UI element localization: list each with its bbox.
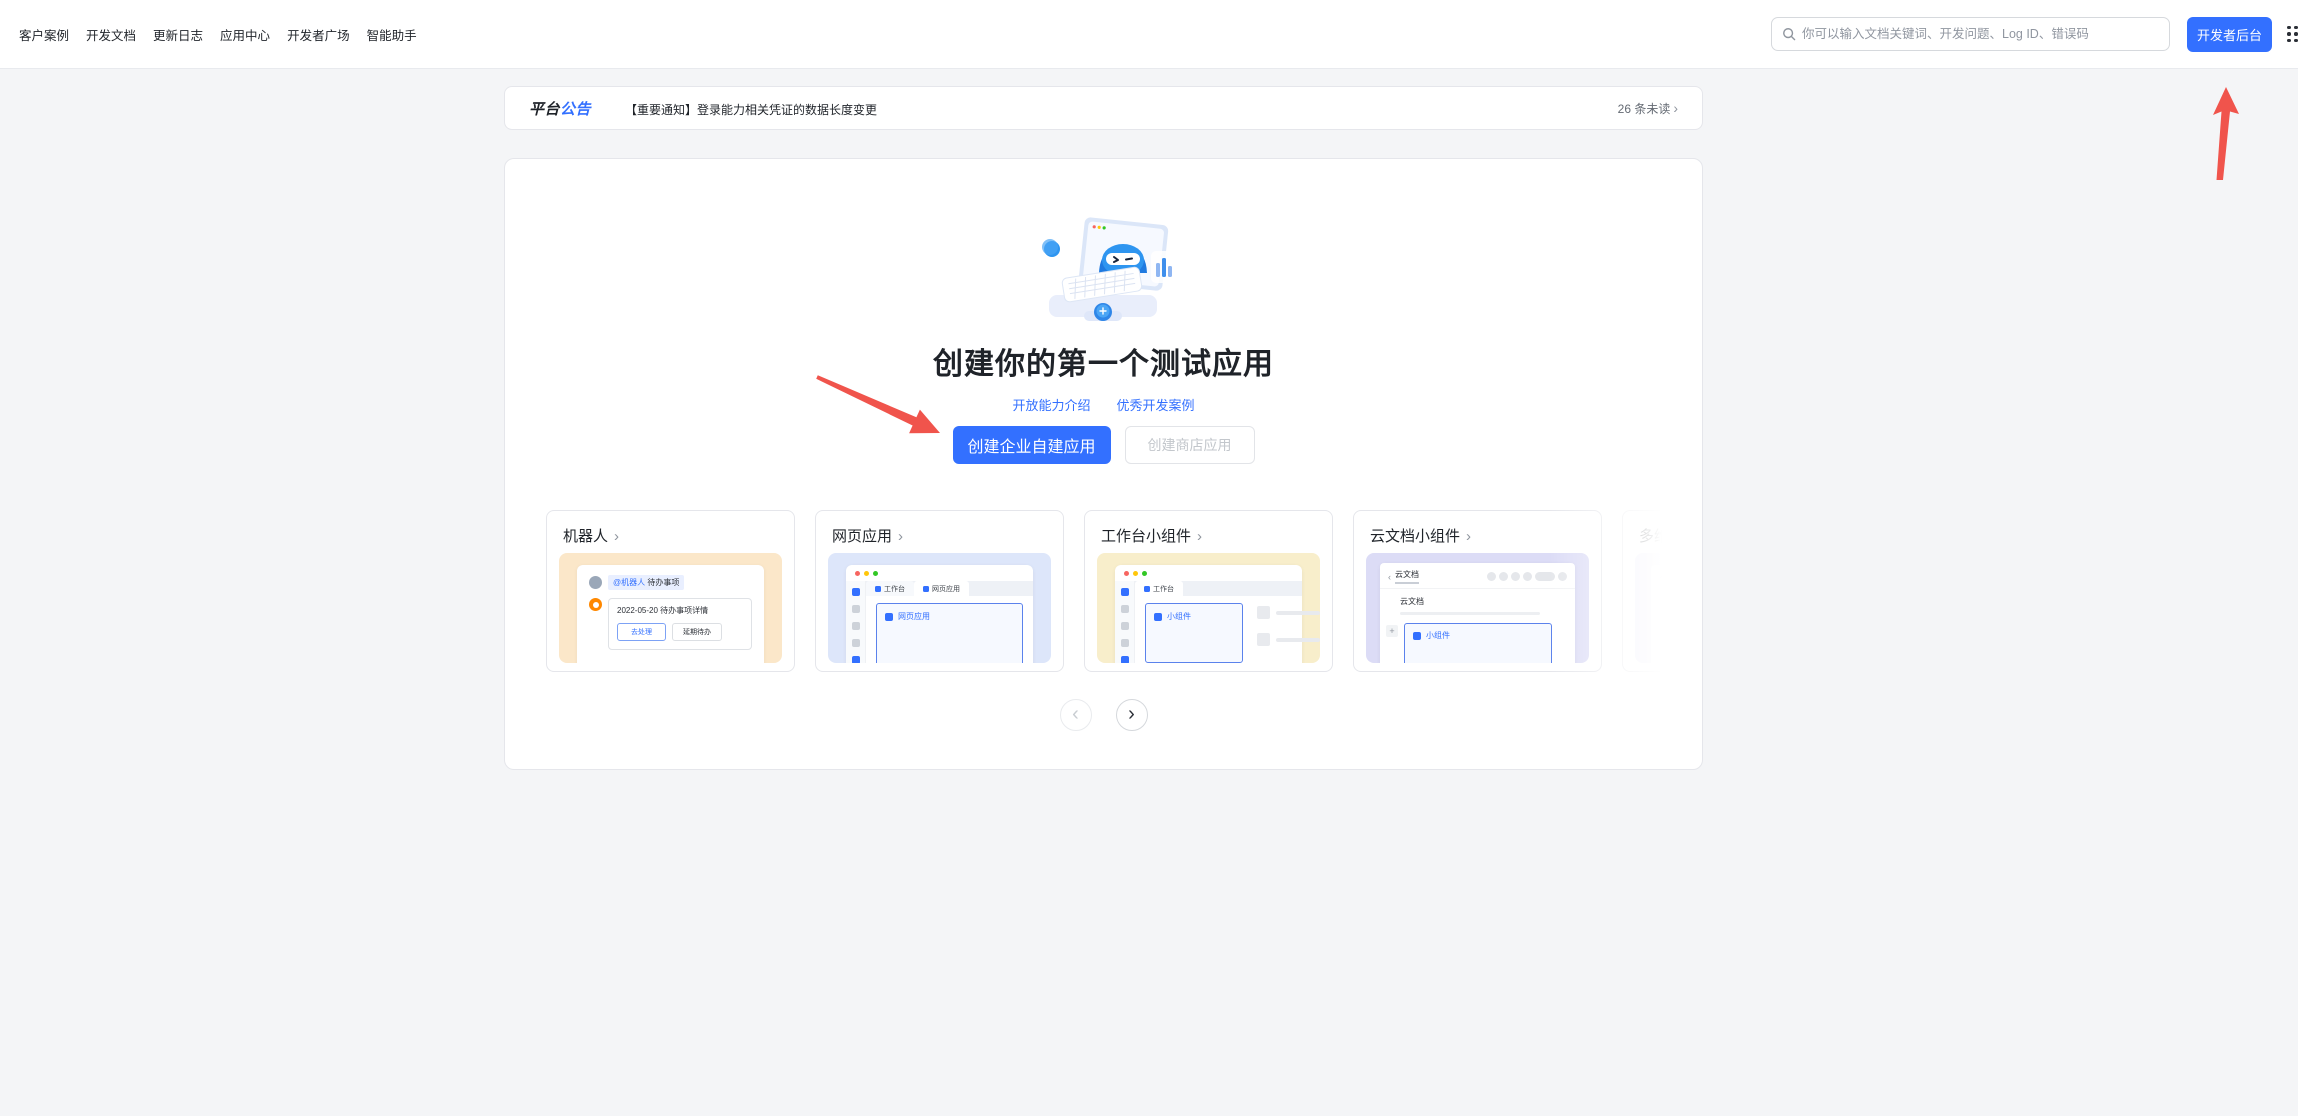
nav-item-dev-square[interactable]: 开发者广场 (287, 25, 350, 44)
bitable-mock-preview: ‹多维表格 (1635, 553, 1694, 663)
card-title: 多维表格插件 (1639, 525, 1694, 546)
card-workplace-widget: 工作台小组件 › 工作台 小组件 (1084, 510, 1333, 672)
app-cards-carousel: 机器人 › @机器人 待办事项 2022-05 (546, 510, 1694, 676)
carousel-prev-button[interactable]: ‹ (1060, 699, 1092, 731)
create-custom-app-button[interactable]: 创建企业自建应用 (953, 426, 1111, 464)
chevron-right-icon: › (1466, 529, 1471, 544)
nav-item-dev-docs[interactable]: 开发文档 (86, 25, 136, 44)
hero-card: 创建你的第一个测试应用 开放能力介绍 优秀开发案例 创建企业自建应用 创建商店应… (504, 158, 1703, 770)
announcement-message[interactable]: 【重要通知】登录能力相关凭证的数据长度变更 (625, 101, 877, 118)
search-icon (1782, 27, 1796, 41)
chevron-right-icon: › (898, 529, 903, 544)
robot-laptop-illustration (1029, 211, 1179, 323)
hero-title: 创建你的第一个测试应用 (505, 339, 1702, 383)
card-bitable-plugin: 多维表格插件 › ‹多维表格 (1622, 510, 1694, 672)
top-header: 客户案例 开发文档 更新日志 应用中心 开发者广场 智能助手 开发者后台 (0, 0, 2298, 69)
card-webapp-title-row[interactable]: 网页应用 › (828, 525, 1051, 546)
nav-item-changelog[interactable]: 更新日志 (153, 25, 203, 44)
search-input[interactable] (1802, 27, 2159, 41)
link-open-capabilities[interactable]: 开放能力介绍 (1012, 395, 1090, 414)
card-title: 工作台小组件 (1101, 525, 1191, 546)
mock-postpone-button: 延期待办 (672, 623, 722, 641)
main-nav: 客户案例 开发文档 更新日志 应用中心 开发者广场 智能助手 (19, 25, 417, 44)
search-box[interactable] (1771, 17, 2170, 51)
card-webapp: 网页应用 › 工作台 网页应用 (815, 510, 1064, 672)
hero-buttons: 创建企业自建应用 创建商店应用 (505, 426, 1702, 464)
card-title: 机器人 (563, 525, 608, 546)
platform-announcement-banner[interactable]: 平台公告 【重要通知】登录能力相关凭证的数据长度变更 26 条未读 › (504, 86, 1703, 130)
card-docs-widget: 云文档小组件 › ‹ 云文档 云文档 (1353, 510, 1602, 672)
workplace-mock-preview: 工作台 小组件 (1097, 553, 1320, 663)
card-title: 网页应用 (832, 525, 892, 546)
developer-console-button[interactable]: 开发者后台 (2187, 17, 2272, 52)
header-right: 开发者后台 (1771, 17, 2298, 52)
card-docs-title-row[interactable]: 云文档小组件 › (1366, 525, 1589, 546)
webapp-mock-preview: 工作台 网页应用 网页应用 (828, 553, 1051, 663)
card-workplace-title-row[interactable]: 工作台小组件 › (1097, 525, 1320, 546)
create-store-app-button[interactable]: 创建商店应用 (1125, 426, 1255, 464)
card-robot-title-row[interactable]: 机器人 › (559, 525, 782, 546)
back-chevron-icon: ‹ (1388, 572, 1391, 582)
link-dev-cases[interactable]: 优秀开发案例 (1117, 395, 1195, 414)
carousel-track: 机器人 › @机器人 待办事项 2022-05 (546, 510, 1694, 672)
bot-icon (589, 598, 602, 611)
mock-handle-button: 去处理 (617, 623, 666, 641)
nav-item-app-center[interactable]: 应用中心 (220, 25, 270, 44)
docs-mock-preview: ‹ 云文档 云文档 + 小组件 (1366, 553, 1589, 663)
chevron-right-icon: › (614, 529, 619, 544)
unread-count: 26 条未读 (1618, 100, 1671, 117)
card-title: 云文档小组件 (1370, 525, 1460, 546)
nav-item-customer-cases[interactable]: 客户案例 (19, 25, 69, 44)
chevron-right-icon: › (1673, 101, 1678, 115)
carousel-next-button[interactable]: › (1116, 699, 1148, 731)
announcement-logo: 平台公告 (529, 98, 591, 119)
carousel-controls: ‹ › (505, 699, 1702, 731)
nav-item-ai-assistant[interactable]: 智能助手 (367, 25, 417, 44)
hero-links: 开放能力介绍 优秀开发案例 (505, 395, 1702, 414)
plus-icon: + (1386, 625, 1398, 637)
unread-link[interactable]: 26 条未读 › (1618, 100, 1678, 117)
annotation-arrow-console (2213, 87, 2239, 180)
card-robot: 机器人 › @机器人 待办事项 2022-05 (546, 510, 795, 672)
robot-mock-preview: @机器人 待办事项 2022-05-20 待办事项详情 去处理 延期待办 (559, 553, 782, 663)
page-container: 平台公告 【重要通知】登录能力相关凭证的数据长度变更 26 条未读 › (504, 86, 1703, 770)
chevron-right-icon: › (1197, 529, 1202, 544)
card-bitable-title-row[interactable]: 多维表格插件 › (1635, 525, 1694, 546)
avatar (589, 576, 602, 589)
apps-grid-icon[interactable] (2287, 26, 2298, 43)
